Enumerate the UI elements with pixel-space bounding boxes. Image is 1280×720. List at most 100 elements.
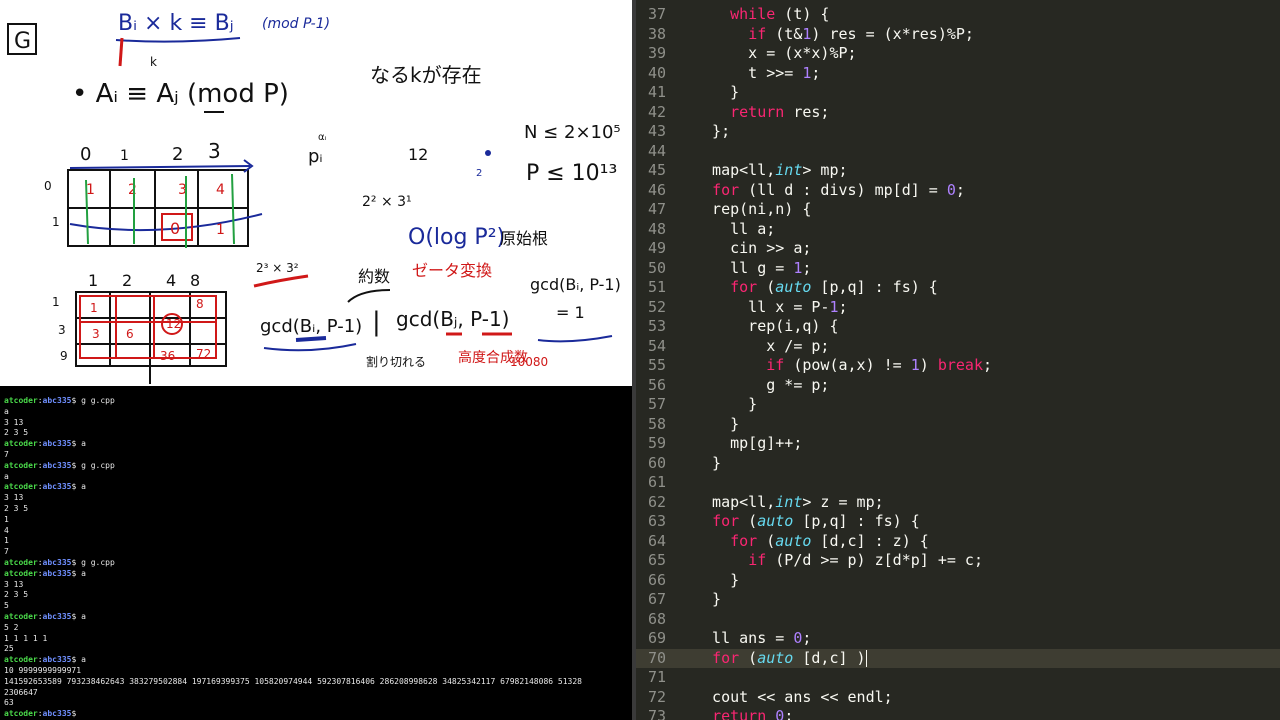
code-line[interactable]: 51 for (auto [p,q] : fs) { <box>636 278 1280 298</box>
code-line[interactable]: 40 t >>= 1; <box>636 64 1280 84</box>
code-line[interactable]: 59 mp[g]++; <box>636 434 1280 454</box>
code-line[interactable]: 54 x /= p; <box>636 337 1280 357</box>
terminal-output-line: 141592653589 793238462643 383279502884 1… <box>4 676 582 686</box>
terminal-panel[interactable]: atcoder:abc335$ g g.cpp a 3 13 2 3 5 atcoder… <box>0 386 632 720</box>
code-line[interactable]: 37 while (t) { <box>636 5 1280 25</box>
terminal-command: $ g g.cpp <box>71 557 115 567</box>
code-line[interactable]: 49 cin >> a; <box>636 239 1280 259</box>
pi-sup: αᵢ <box>318 132 327 143</box>
terminal-output-line: 2 3 5 <box>4 590 29 600</box>
code-text: t >>= 1; <box>694 63 821 82</box>
terminal-path: abc335 <box>42 482 72 492</box>
code-text: ll x = P-1; <box>694 297 848 316</box>
terminal-output-line: a <box>4 471 9 481</box>
grid-top-header-0: 0 <box>80 144 91 165</box>
code-line[interactable]: 56 g *= p; <box>636 376 1280 396</box>
code-line[interactable]: 55 if (pow(a,x) != 1) break; <box>636 356 1280 376</box>
code-line[interactable]: 41 } <box>636 83 1280 103</box>
code-line[interactable]: 39 x = (x*x)%P; <box>636 44 1280 64</box>
code-line[interactable]: 70 for (auto [d,c] ) <box>636 648 1280 668</box>
code-text: return 0; <box>712 707 794 720</box>
svg-text:6: 6 <box>126 327 134 341</box>
code-line[interactable]: 42 return res; <box>636 103 1280 123</box>
line-number: 37 <box>647 5 666 23</box>
terminal-command: $ a <box>71 655 86 665</box>
code-line[interactable]: 62 map<ll,int> z = mp; <box>636 493 1280 513</box>
code-line[interactable]: 69 ll ans = 0; <box>636 629 1280 649</box>
line-number: 39 <box>647 44 666 62</box>
terminal-command: $ a <box>71 482 86 492</box>
terminal-user: atcoder <box>4 482 38 492</box>
code-line[interactable]: 45 map<ll,int> mp; <box>636 161 1280 181</box>
eq2-jp: なるkが存在 <box>370 63 482 87</box>
line-number: 40 <box>647 63 666 82</box>
line-number: 59 <box>647 434 666 452</box>
terminal-output-line: 63 <box>4 698 14 708</box>
terminal-user: atcoder <box>4 568 38 578</box>
line-number: 63 <box>647 512 666 530</box>
code-text: } <box>694 453 722 472</box>
code-line[interactable]: 63 for (auto [p,q] : fs) { <box>636 512 1280 532</box>
grid-bottom-header-1: 2 <box>122 271 132 290</box>
code-editor[interactable]: 37 while (t) {38 if (t&1) res = (x*res)%… <box>636 0 1280 720</box>
gcd2: gcd(Bⱼ, P-1) <box>396 307 510 331</box>
terminal-prompt-line: atcoder:abc335$ g g.cpp <box>4 557 115 567</box>
line-number: 56 <box>647 375 666 394</box>
code-line[interactable]: 73 return 0; <box>636 707 1280 720</box>
code-line[interactable]: 43 }; <box>636 122 1280 142</box>
svg-text:8: 8 <box>196 297 204 311</box>
grid-bottom-row-1: 3 <box>58 323 66 337</box>
whiteboard-drawing: G Bᵢ × k ≡ Bⱼ (mod P-1) k • Aᵢ ≡ Aⱼ (mod… <box>7 11 621 384</box>
terminal-path: abc335 <box>42 709 72 719</box>
whiteboard-canvas[interactable]: G Bᵢ × k ≡ Bⱼ (mod P-1) k • Aᵢ ≡ Aⱼ (mod… <box>0 0 633 386</box>
code-line[interactable]: 52 ll x = P-1; <box>636 298 1280 318</box>
code-line[interactable]: 72 cout << ans << endl; <box>636 688 1280 708</box>
line-number: 55 <box>647 356 666 374</box>
k-note: k <box>150 55 157 69</box>
code-text: x /= p; <box>694 336 830 355</box>
terminal-output-line: 2306647 <box>4 687 38 697</box>
line-number: 67 <box>647 590 666 608</box>
terminal-path: abc335 <box>42 396 72 405</box>
terminal-output-line: 3 13 <box>4 493 24 503</box>
code-text: if (t&1) res = (x*res)%P; <box>748 24 974 43</box>
factor2: 2³ × 3² <box>256 261 299 275</box>
factor2-underline <box>253 274 309 288</box>
code-line[interactable]: 58 } <box>636 415 1280 435</box>
terminal-prompt-line: atcoder:abc335$ a <box>4 439 86 449</box>
code-line[interactable]: 57 } <box>636 395 1280 415</box>
terminal-path: abc335 <box>42 460 72 470</box>
code-text: mp[g]++; <box>694 434 803 452</box>
gcd3-underline <box>537 335 613 343</box>
grid-top-header-3: 3 <box>208 139 221 163</box>
terminal-user: atcoder <box>4 396 38 405</box>
line-number: 65 <box>647 551 666 569</box>
code-line[interactable]: 61 <box>636 473 1280 493</box>
code-line[interactable]: 66 } <box>636 571 1280 591</box>
code-line[interactable]: 68 <box>636 610 1280 630</box>
code-line[interactable]: 50 ll g = 1; <box>636 259 1280 279</box>
terminal-user: atcoder <box>4 611 38 621</box>
code-line[interactable]: 71 <box>636 668 1280 688</box>
code-line[interactable]: 47 rep(ni,n) { <box>636 200 1280 220</box>
code-text: } <box>694 590 722 608</box>
code-line[interactable]: 38 if (t&1) res = (x*res)%P; <box>636 25 1280 45</box>
code-line[interactable]: 53 rep(i,q) { <box>636 317 1280 337</box>
code-line[interactable]: 44 <box>636 142 1280 162</box>
code-line[interactable]: 48 ll a; <box>636 220 1280 240</box>
gcd1-underline <box>263 343 357 352</box>
code-line[interactable]: 65 if (P/d >= p) z[d*p] += c; <box>636 551 1280 571</box>
line-number: 49 <box>647 239 666 257</box>
code-text: map<ll,int> mp; <box>694 161 848 179</box>
terminal-output-line: 7 <box>4 547 9 557</box>
line-number: 38 <box>647 24 666 43</box>
line-number: 52 <box>647 297 666 316</box>
code-text: for (auto [d,c] ) <box>712 648 867 667</box>
code-line[interactable]: 46 for (ll d : divs) mp[d] = 0; <box>636 181 1280 201</box>
terminal-user: atcoder <box>4 557 38 567</box>
line-number: 57 <box>647 395 666 413</box>
code-line[interactable]: 64 for (auto [d,c] : z) { <box>636 532 1280 552</box>
label-g: G <box>14 29 31 54</box>
code-line[interactable]: 67 } <box>636 590 1280 610</box>
code-line[interactable]: 60 } <box>636 454 1280 474</box>
